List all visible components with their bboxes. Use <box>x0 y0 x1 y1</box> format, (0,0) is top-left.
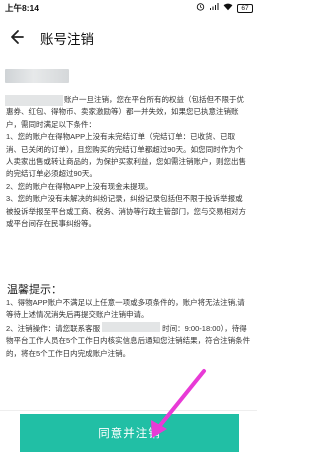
condition-3: 3、您的账户没有未解决的纠纷记录，纠纷记录包括但不限于投诉举报或被投诉举报至平台… <box>6 194 246 229</box>
status-bar: 上午8:14 67 <box>0 0 257 16</box>
wifi-icon <box>223 2 233 14</box>
condition-1: 1、您的账户在得物APP上没有未完结订单（完结订单：已收货、已取消、已关闭的订单… <box>6 132 246 179</box>
intro-paragraph: 账户一旦注销，您在平台所有的权益（包括但不限于优惠券、红包、得物币、卖家激励等）… <box>6 95 244 129</box>
confirm-button-label: 同意并注销 <box>98 428 161 440</box>
back-arrow-icon[interactable] <box>4 25 28 49</box>
status-icons: 67 <box>196 2 253 14</box>
redacted-contact <box>102 321 161 332</box>
redacted-image <box>5 69 69 83</box>
hint-item-2: 2、注销操作：请您联系客服 时间：9:00-18:00），待得物平台工作人员在5个… <box>6 321 251 360</box>
hint-item-1: 1、得物APP账户不满足以上任意一项或多项条件的，账户将无法注销,请等待上述情况… <box>6 298 245 320</box>
agree-and-cancel-button[interactable]: 同意并注销 <box>20 414 239 452</box>
hint-body: 1、得物APP账户不满足以上任意一项或多项条件的，账户将无法注销,请等待上述情况… <box>6 297 251 360</box>
signal-icon <box>209 2 219 14</box>
hint-item-2-start: 2、注销操作：请您联系客服 <box>6 323 101 333</box>
alarm-icon <box>196 2 205 14</box>
nav-bar: 账号注销 <box>0 20 257 54</box>
hint-title: 温馨提示： <box>7 284 62 296</box>
condition-2: 2、您的账户在得物APP上没有现金未提现。 <box>6 181 153 191</box>
notice-body: 账户一旦注销，您在平台所有的权益（包括但不限于优惠券、红包、得物币、卖家激励等）… <box>6 94 250 230</box>
battery-icon: 67 <box>237 3 253 13</box>
status-time: 上午8:14 <box>5 3 40 13</box>
divider <box>0 410 257 411</box>
page-title: 账号注销 <box>40 32 94 47</box>
